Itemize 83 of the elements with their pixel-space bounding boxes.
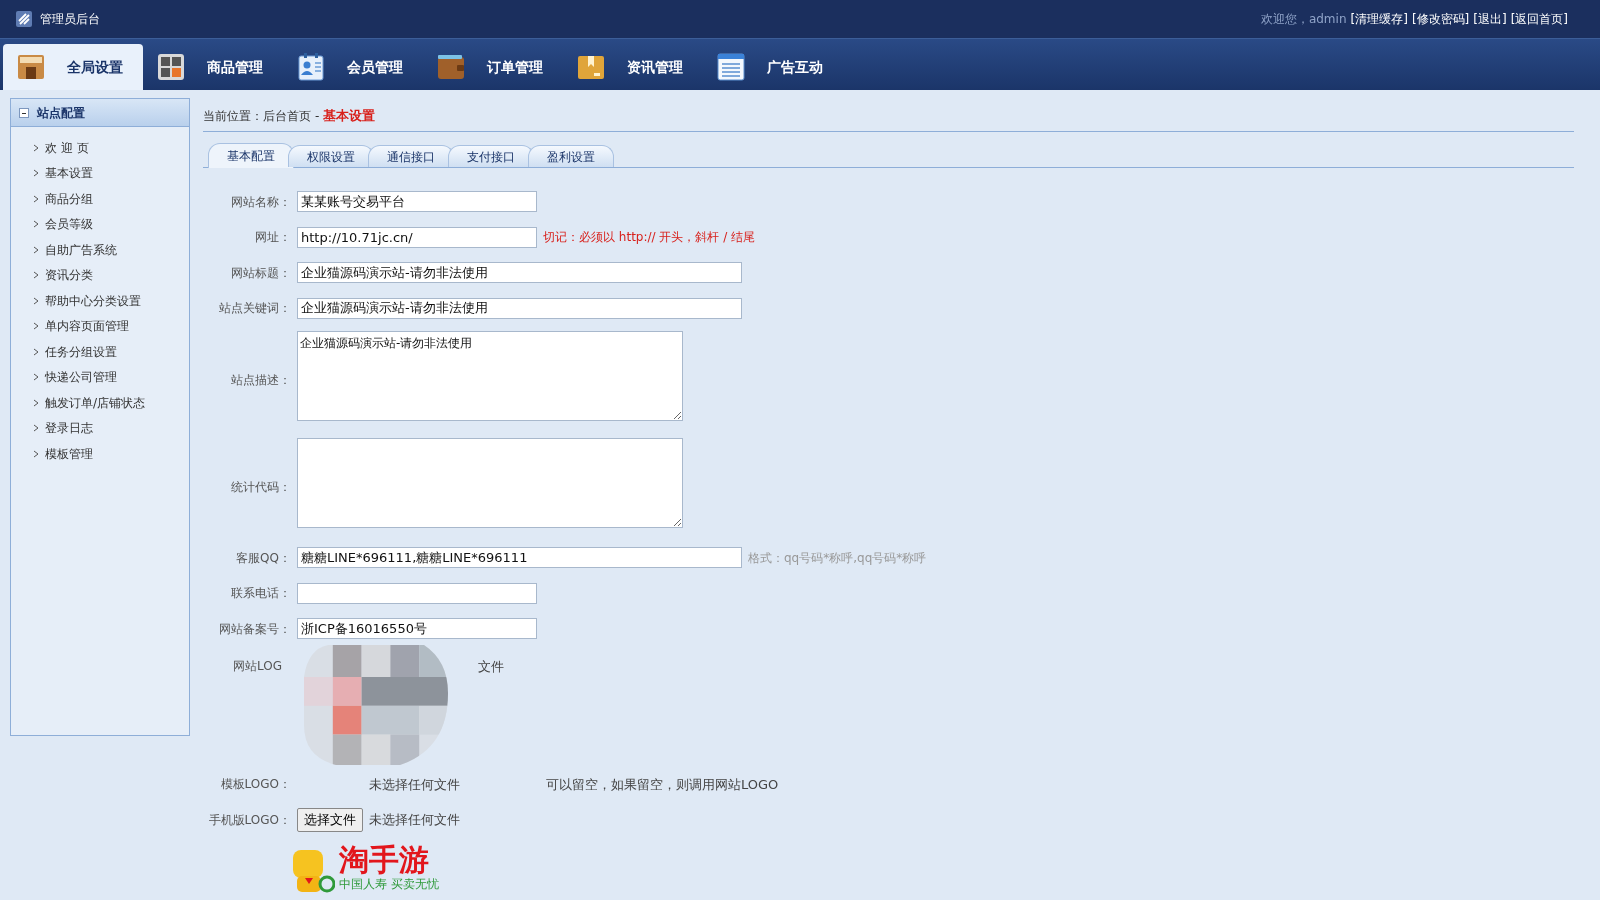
sidebar-item[interactable]: 资讯分类 xyxy=(11,262,189,288)
field-label: 站点描述： xyxy=(230,371,291,389)
field-note: 可以留空，如果留空，则调用网站LOGO xyxy=(546,775,779,794)
field-label: 站点关键词： xyxy=(218,300,291,318)
sub-tab[interactable]: 基本配置 xyxy=(208,143,294,168)
chevron-icon xyxy=(33,373,39,382)
sidebar-item[interactable]: 欢 迎 页 xyxy=(11,135,189,161)
nav-tab[interactable]: 资讯管理 xyxy=(563,44,703,90)
field-label: 客服QQ： xyxy=(235,549,291,567)
file-status: 未选择任何文件 xyxy=(369,811,460,829)
chevron-icon xyxy=(33,271,39,280)
field-label: 网站标题： xyxy=(230,264,291,282)
field-note: 切记：必须以 http:// 开头，斜杆 / 结尾 xyxy=(543,229,756,247)
contact-card-icon xyxy=(297,53,325,81)
nav-tab[interactable]: 全局设置 xyxy=(3,44,143,90)
input-field[interactable]: 企业猫源码演示站-请勿非法使用 xyxy=(297,262,742,284)
chevron-icon xyxy=(33,322,39,331)
sidebar-item[interactable]: 帮助中心分类设置 xyxy=(11,288,189,314)
chevron-icon xyxy=(33,296,39,305)
input-field[interactable]: 某某账号交易平台 xyxy=(297,191,537,213)
nav-tab[interactable]: 广告互动 xyxy=(703,44,843,90)
sidebar-item[interactable]: 快递公司管理 xyxy=(11,364,189,390)
folder-icon xyxy=(577,53,605,81)
input-field[interactable]: 糖糖LINE*696111,糖糖LINE*696111 xyxy=(297,547,742,569)
choose-file-button[interactable]: 选择文件 xyxy=(297,808,363,832)
chevron-icon xyxy=(33,220,39,229)
field-label: 网站名称： xyxy=(230,193,291,211)
input-field[interactable]: 企业猫源码演示站-请勿非法使用 xyxy=(297,297,742,319)
field-label: 模板LOGO： xyxy=(219,776,291,794)
sidebar-item[interactable]: 触发订单/店铺状态 xyxy=(11,390,189,416)
chevron-icon xyxy=(33,194,39,203)
sub-tab[interactable]: 盈利设置 xyxy=(528,145,614,167)
chevron-icon xyxy=(33,449,39,458)
input-field[interactable]: 浙ICP备16016550号 xyxy=(297,618,537,640)
header-link[interactable]: [清理缓存] xyxy=(1350,10,1408,28)
chevron-icon xyxy=(33,424,39,433)
nav-tab[interactable]: 订单管理 xyxy=(423,44,563,90)
nav-tab[interactable]: 会员管理 xyxy=(283,44,423,90)
nav-tab[interactable]: 商品管理 xyxy=(143,44,283,90)
field-label: 手机版LOGO： xyxy=(207,811,291,829)
field-note: 格式：qq号码*称呼,qq号码*称呼 xyxy=(748,549,927,567)
sidebar-item[interactable]: 基本设置 xyxy=(11,160,189,186)
header-link[interactable]: [返回首页] xyxy=(1510,10,1568,28)
breadcrumb-separator: - xyxy=(315,107,320,125)
breadcrumb-link[interactable]: 后台首页 xyxy=(263,106,311,125)
chevron-icon xyxy=(33,245,39,254)
logo-name-text: 淘手游 xyxy=(339,844,430,875)
logo-icon xyxy=(16,11,32,27)
input-field[interactable] xyxy=(297,582,537,604)
welcome-text: 欢迎您，admin xyxy=(1260,11,1347,28)
sidebar-item[interactable]: 单内容页面管理 xyxy=(11,313,189,339)
box-icon xyxy=(17,53,45,81)
field-label: 网址： xyxy=(254,229,291,247)
sidebar-item[interactable]: 自助广告系统 xyxy=(11,237,189,263)
file-status: 未选择任何文件 xyxy=(369,775,460,794)
text-area[interactable] xyxy=(297,438,683,528)
logo-slogan-text: 中国人寿 买卖无忧 xyxy=(339,875,439,893)
sidebar-item[interactable]: 商品分组 xyxy=(11,186,189,212)
sidebar-title: 站点配置 xyxy=(37,104,85,122)
grid-icon xyxy=(157,53,185,81)
list-icon xyxy=(717,53,745,81)
breadcrumb-current: 基本设置 xyxy=(323,106,376,125)
sidebar-item[interactable]: 模板管理 xyxy=(11,441,189,467)
input-field[interactable]: http://10.71jc.cn/ xyxy=(297,226,537,248)
sidebar-item[interactable]: 会员等级 xyxy=(11,211,189,237)
chevron-icon xyxy=(33,169,39,178)
chevron-icon xyxy=(33,143,39,152)
sidebar-item[interactable]: 登录日志 xyxy=(11,415,189,441)
chevron-icon xyxy=(33,347,39,356)
field-label: 统计代码： xyxy=(230,478,291,496)
header-link[interactable]: [退出] xyxy=(1473,10,1507,28)
wallet-icon xyxy=(437,53,465,81)
sidebar-item[interactable]: 任务分组设置 xyxy=(11,339,189,365)
header-link[interactable]: [修改密码] xyxy=(1411,10,1470,28)
chevron-icon xyxy=(33,398,39,407)
field-label: 网站备案号： xyxy=(218,620,291,638)
field-label: 网站LOG xyxy=(233,657,282,675)
collapse-toggle[interactable] xyxy=(19,107,29,118)
breadcrumb-label: 当前位置： xyxy=(203,107,263,125)
file-status: 文件 xyxy=(478,657,504,676)
field-label: 联系电话： xyxy=(230,585,291,603)
app-title: 管理员后台 xyxy=(40,11,100,28)
text-area[interactable]: 企业猫源码演示站-请勿非法使用 xyxy=(297,331,683,421)
